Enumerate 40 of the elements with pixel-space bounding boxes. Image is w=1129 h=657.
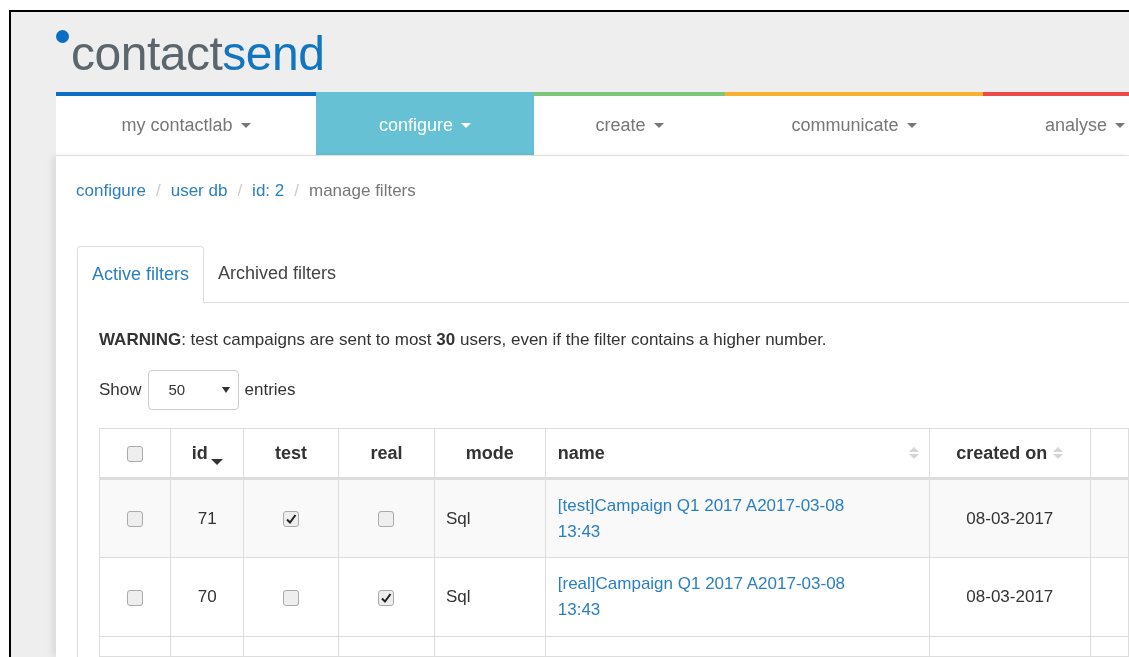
show-label: Show <box>99 379 142 402</box>
caret-icon <box>653 122 664 128</box>
sort-icon[interactable] <box>1053 447 1064 459</box>
breadcrumb-link[interactable]: configure <box>76 177 146 203</box>
warning-text: WARNING: test campaigns are sent to most 30 users, even if the filter contains a higher number. <box>99 328 828 351</box>
breadcrumb-link[interactable]: user db <box>170 177 228 203</box>
tab[interactable]: Active filters <box>77 245 205 303</box>
sort-descending-icon[interactable] <box>210 458 223 465</box>
checkbox[interactable] <box>378 589 395 606</box>
caret-icon <box>1115 122 1125 128</box>
table-cell: 08-03-2017 <box>966 587 1054 607</box>
column-header[interactable]: test <box>275 439 308 467</box>
checkbox[interactable] <box>127 445 144 462</box>
breadcrumb-separator: / <box>294 179 299 202</box>
column-header[interactable]: real <box>370 439 403 467</box>
checkbox[interactable] <box>378 511 395 528</box>
column-header[interactable]: name <box>557 439 605 467</box>
checkbox[interactable] <box>127 589 144 606</box>
dropdown-caret-icon <box>221 387 230 393</box>
entries-select[interactable]: 50 <box>147 370 239 410</box>
table-cell: Sql <box>445 508 471 528</box>
caret-icon <box>461 122 472 128</box>
sort-icon[interactable] <box>908 447 919 459</box>
table-cell: 08-03-2017 <box>966 508 1054 528</box>
table-cell: Sql <box>445 587 471 607</box>
caret-icon <box>906 122 917 128</box>
column-header[interactable]: id <box>191 439 208 467</box>
caret-icon <box>240 122 251 128</box>
breadcrumb-separator: / <box>237 179 243 202</box>
table-cell: 71 <box>197 508 217 528</box>
tab[interactable]: Archived filters <box>204 245 351 303</box>
breadcrumb-current: manage filters <box>309 179 416 202</box>
table-cell: 70 <box>197 587 217 607</box>
breadcrumb-separator: / <box>155 179 161 202</box>
breadcrumb-link[interactable]: id: 2 <box>252 177 285 203</box>
entries-label: entries <box>244 379 296 402</box>
checkbox[interactable] <box>283 511 300 528</box>
logo-text: contactsend <box>71 28 325 80</box>
checkbox[interactable] <box>283 589 300 606</box>
checkbox[interactable] <box>127 511 144 528</box>
